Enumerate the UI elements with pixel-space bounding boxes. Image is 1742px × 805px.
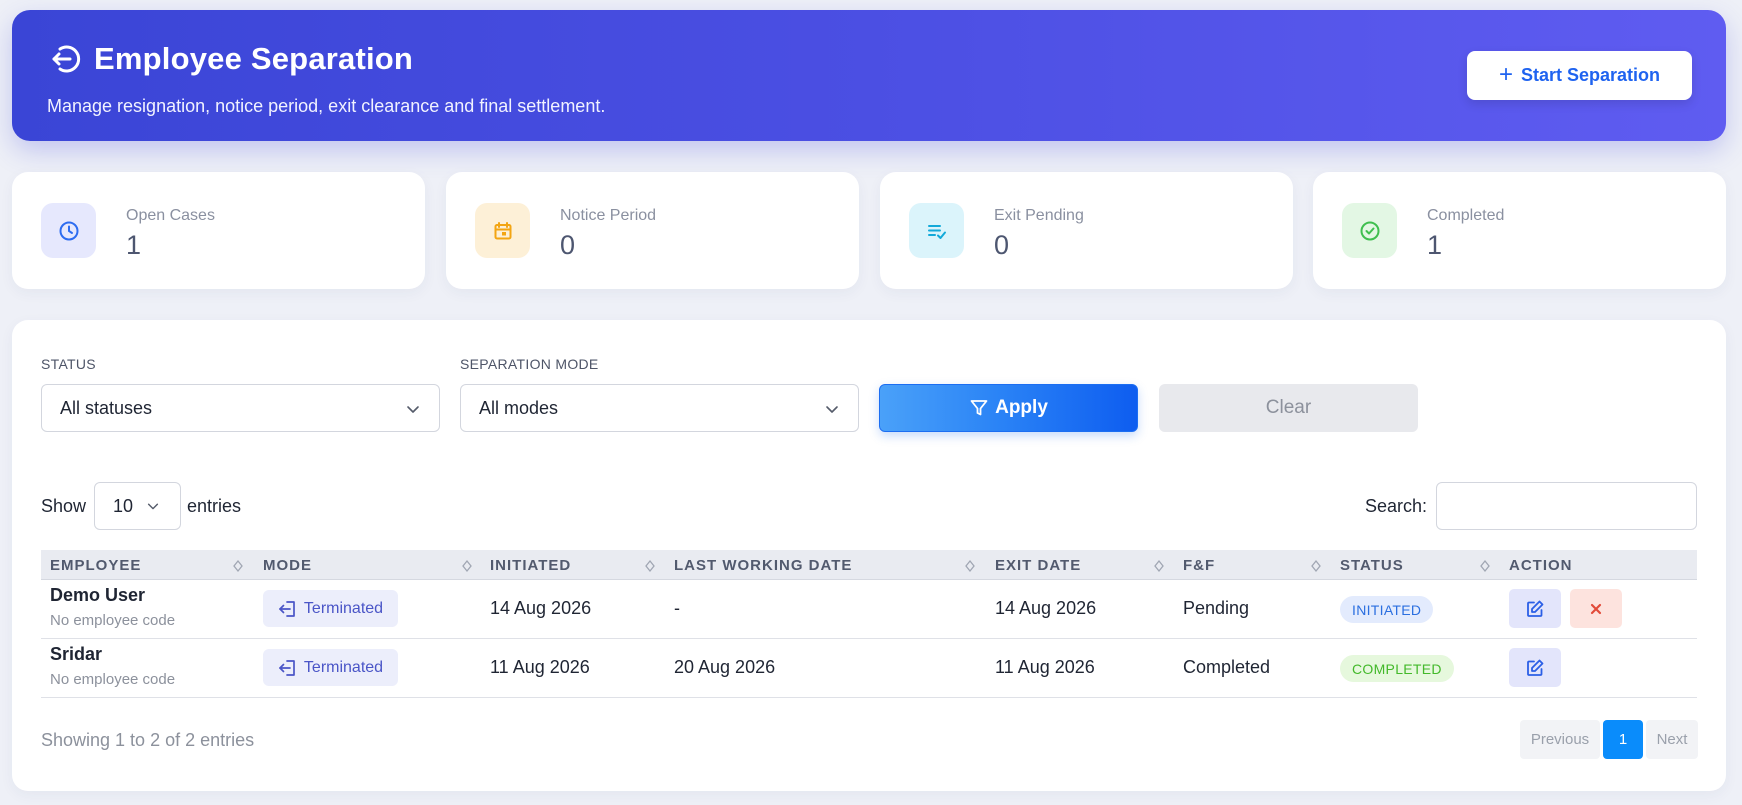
stat-card-open-cases: Open Cases 1	[12, 172, 425, 289]
edit-icon	[1527, 659, 1544, 676]
column-header-last-working-date[interactable]: LAST WORKING DATE	[674, 550, 852, 580]
status-filter-value: All statuses	[60, 397, 153, 418]
last-working-date-cell: -	[674, 598, 680, 618]
mode-filter-value: All modes	[479, 397, 559, 418]
page-header: Employee Separation Manage resignation, …	[12, 10, 1726, 141]
stat-value: 1	[126, 230, 142, 260]
mode-label: Terminated	[303, 658, 384, 676]
column-header-initiated[interactable]: INITIATED	[490, 550, 571, 580]
stat-label: Open Cases	[126, 207, 215, 224]
next-page-button[interactable]: Next	[1646, 720, 1698, 759]
start-separation-label: Start Separation	[1520, 65, 1661, 85]
column-header-status[interactable]: STATUS	[1340, 550, 1404, 580]
logout-icon	[279, 600, 295, 617]
sort-icon	[1154, 559, 1164, 573]
page-subtitle: Manage resignation, notice period, exit …	[47, 96, 606, 116]
column-header-exit-date[interactable]: EXIT DATE	[995, 550, 1081, 580]
search-input[interactable]	[1436, 482, 1697, 530]
mode-filter-select[interactable]: All modes	[460, 384, 859, 432]
table-row: Demo User No employee code Terminated 14…	[41, 580, 1697, 639]
page-1-button[interactable]: 1	[1603, 720, 1643, 759]
mode-filter-label: SEPARATION MODE	[460, 356, 599, 372]
stat-card-notice-period: Notice Period 0	[446, 172, 859, 289]
table-row: Sridar No employee code Terminated 11 Au…	[41, 639, 1697, 698]
sort-icon	[233, 559, 243, 573]
previous-page-button[interactable]: Previous	[1520, 720, 1600, 759]
chevron-down-icon	[147, 503, 159, 510]
edit-button[interactable]	[1509, 589, 1561, 628]
pagination: Previous 1 Next	[1520, 720, 1698, 759]
stat-label: Exit Pending	[994, 207, 1084, 224]
separation-table: EMPLOYEE MODE INITIATED LAST WORKING DAT…	[41, 550, 1697, 698]
checklist-icon	[909, 203, 964, 258]
stat-value: 0	[994, 230, 1010, 260]
employee-cell: Demo User No employee code	[50, 585, 175, 629]
status-filter-select[interactable]: All statuses	[41, 384, 440, 432]
status-filter-label: STATUS	[41, 356, 96, 372]
entries-length-select[interactable]: 10	[94, 482, 182, 530]
check-circle-icon	[1342, 203, 1397, 258]
chevron-down-icon	[407, 406, 419, 413]
employee-code: No employee code	[50, 612, 176, 629]
apply-label: Apply	[995, 397, 1048, 418]
entries-label: entries	[187, 495, 242, 516]
show-label: Show	[41, 495, 87, 516]
calendar-icon	[475, 203, 530, 258]
clock-icon	[41, 203, 96, 258]
ff-cell: Pending	[1183, 598, 1250, 618]
close-icon	[1590, 603, 1602, 614]
apply-filter-button[interactable]: Apply	[879, 384, 1138, 432]
status-badge: COMPLETED	[1340, 655, 1454, 682]
chevron-down-icon	[826, 406, 838, 413]
stat-label: Notice Period	[560, 207, 657, 224]
column-header-mode[interactable]: MODE	[263, 550, 312, 580]
table-search: Search:	[1365, 482, 1697, 530]
stat-value: 0	[560, 230, 576, 260]
entries-length-control: Show 10 entries	[41, 482, 241, 530]
delete-button[interactable]	[1570, 589, 1622, 628]
mode-badge: Terminated	[263, 649, 398, 686]
plus-icon: +	[1498, 60, 1513, 88]
sort-icon	[1480, 559, 1490, 573]
initiated-cell: 11 Aug 2026	[490, 657, 590, 677]
entries-length-value: 10	[113, 495, 134, 516]
table-header: EMPLOYEE MODE INITIATED LAST WORKING DAT…	[41, 550, 1697, 580]
column-header-ff[interactable]: F&F	[1183, 550, 1215, 580]
status-badge: INITIATED	[1340, 596, 1434, 623]
ff-cell: Completed	[1183, 657, 1271, 677]
edit-button[interactable]	[1509, 648, 1561, 687]
filter-icon	[970, 400, 988, 416]
stat-card-exit-pending: Exit Pending 0	[880, 172, 1293, 289]
stat-value: 1	[1427, 230, 1443, 260]
edit-icon	[1527, 600, 1544, 617]
table-info: Showing 1 to 2 of 2 entries	[41, 730, 255, 750]
separation-panel: STATUS All statuses SEPARATION MODE All …	[12, 320, 1726, 791]
start-separation-button[interactable]: + Start Separation	[1467, 51, 1692, 100]
column-header-employee[interactable]: EMPLOYEE	[50, 550, 141, 580]
column-header-action: ACTION	[1509, 556, 1573, 574]
logout-icon	[279, 659, 295, 676]
employee-name: Sridar	[50, 644, 103, 664]
last-working-date-cell: 20 Aug 2026	[674, 657, 776, 677]
exit-date-cell: 11 Aug 2026	[995, 657, 1095, 677]
sort-icon	[462, 559, 472, 573]
sort-icon	[1311, 559, 1321, 573]
employee-name: Demo User	[50, 585, 146, 605]
sort-icon	[965, 559, 975, 573]
search-label: Search:	[1364, 495, 1427, 516]
mode-label: Terminated	[303, 599, 384, 617]
logout-icon	[46, 40, 84, 78]
sort-icon	[645, 559, 655, 573]
page-title: Employee Separation	[94, 41, 414, 76]
exit-date-cell: 14 Aug 2026	[995, 598, 1097, 618]
initiated-cell: 14 Aug 2026	[490, 598, 592, 618]
employee-cell: Sridar No employee code	[50, 644, 175, 688]
stat-card-completed: Completed 1	[1313, 172, 1726, 289]
title-row: Employee Separation	[46, 40, 413, 78]
employee-code: No employee code	[50, 671, 176, 688]
stat-label: Completed	[1427, 207, 1505, 224]
mode-badge: Terminated	[263, 590, 398, 627]
clear-label: Clear	[1265, 397, 1312, 418]
clear-filter-button[interactable]: Clear	[1159, 384, 1418, 432]
